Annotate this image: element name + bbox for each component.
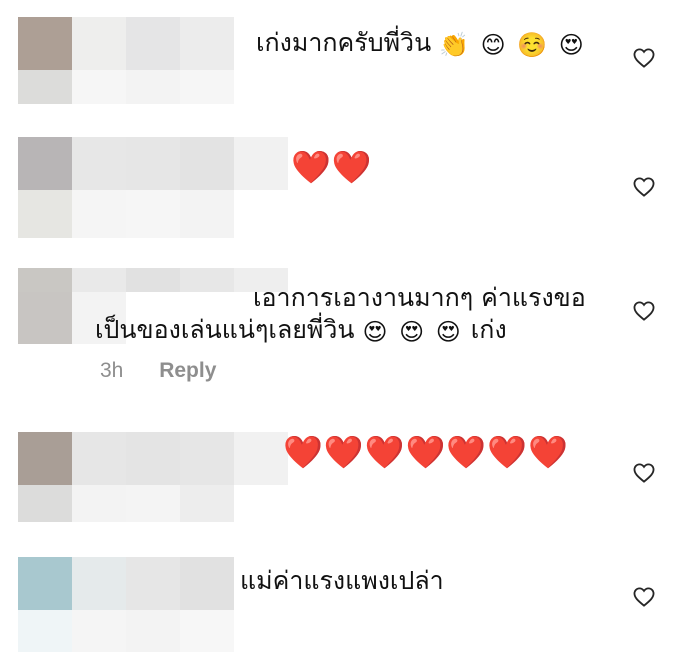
blurred-username (18, 137, 288, 238)
comment-meta: 3h Reply (100, 359, 216, 383)
comment-body: เก่งมากครับพี่วิน (256, 28, 432, 57)
comment-item: แม่ค่าแรงแพงเปล่า (0, 557, 696, 654)
comment-text: เก่งมากครับพี่วิน 👏 😊 ☺️ 😍 (256, 27, 586, 61)
blurred-username (18, 17, 234, 104)
comment-suffix: เก่ง (470, 315, 507, 344)
comment-timestamp: 3h (100, 359, 124, 382)
comment-item: ❤️❤️❤️❤️❤️❤️❤️ (0, 432, 696, 524)
heart-outline-icon[interactable] (633, 463, 655, 483)
comment-emoji: ❤️❤️❤️❤️❤️❤️❤️ (283, 433, 569, 471)
comment-text: ❤️❤️ (291, 151, 373, 186)
comment-text: แม่ค่าแรงแพงเปล่า (240, 565, 444, 597)
comment-emoji: ❤️❤️ (291, 148, 373, 186)
comment-text: เอาการเอางานมากๆ ค่าแรงขอ เป็นของเล่นแน่… (95, 282, 586, 348)
comment-body: แม่ค่าแรงแพงเปล่า (240, 566, 444, 595)
heart-outline-icon[interactable] (633, 587, 655, 607)
comment-text: ❤️❤️❤️❤️❤️❤️❤️ (283, 436, 569, 471)
heart-outline-icon[interactable] (633, 177, 655, 197)
blurred-username (18, 557, 234, 652)
comment-item: เอาการเอางานมากๆ ค่าแรงขอ เป็นของเล่นแน่… (0, 268, 696, 398)
comment-emoji: 👏 😊 ☺️ 😍 (439, 31, 586, 59)
comment-item: เก่งมากครับพี่วิน 👏 😊 ☺️ 😍 (0, 17, 696, 107)
comment-body-line2: เป็นของเล่นแน่ๆเลยพี่วิน (95, 315, 355, 344)
heart-outline-icon[interactable] (633, 301, 655, 321)
comment-item: ❤️❤️ (0, 137, 696, 240)
comment-body-line1: เอาการเอางานมากๆ ค่าแรงขอ (253, 283, 586, 312)
heart-outline-icon[interactable] (633, 48, 655, 68)
blurred-username (18, 432, 288, 522)
reply-button[interactable]: Reply (159, 359, 216, 382)
comment-emoji: 😍 😍 😍 (362, 318, 463, 346)
